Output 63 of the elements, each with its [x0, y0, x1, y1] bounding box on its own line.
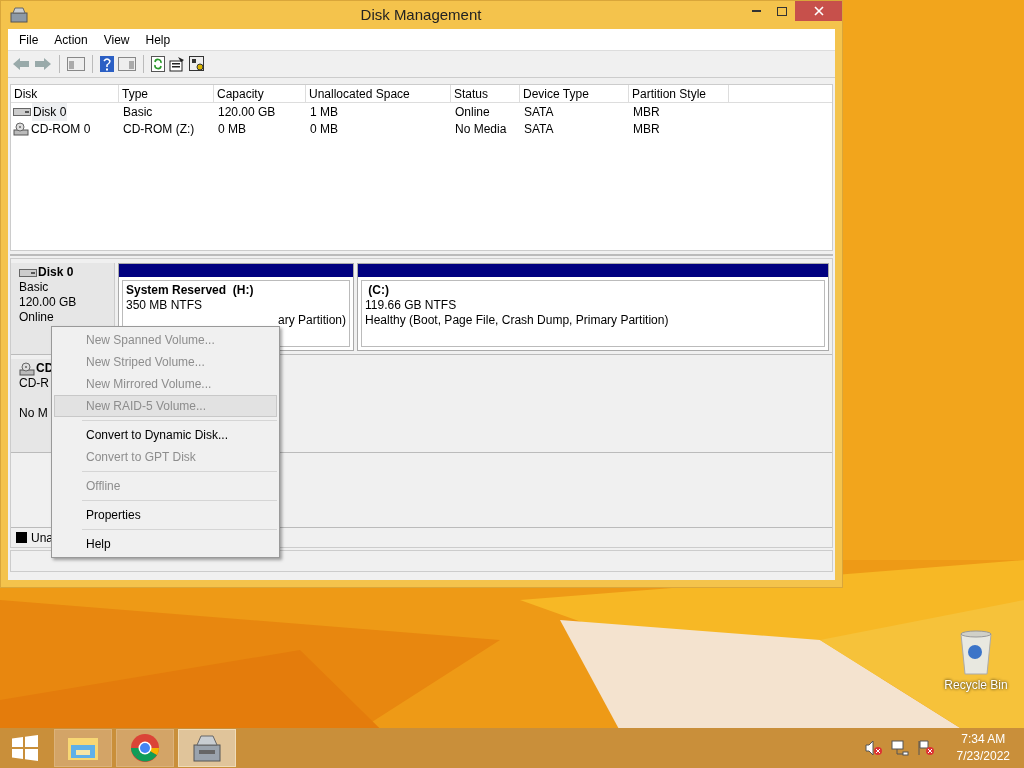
table-cell-text: MBR — [632, 103, 661, 121]
muted-speaker-icon[interactable] — [864, 740, 883, 756]
taskbar-app-button[interactable] — [116, 729, 174, 767]
partition-status: Healthy (Boot, Page File, Crash Dump, Primary Partition) — [365, 313, 670, 328]
disk-name: Disk 0 — [38, 265, 74, 280]
hard-drive-icon — [13, 106, 31, 117]
flag-icon[interactable] — [916, 740, 935, 756]
partition-block[interactable]: (C:) 119.66 GB NTFS Healthy (Boot, Page File, Crash Dump, Primary Partition) — [357, 263, 829, 351]
table-cell-text: SATA — [523, 120, 555, 138]
menu-item[interactable]: Convert to Dynamic Disk... — [54, 424, 277, 446]
settings-icon[interactable] — [189, 56, 205, 72]
partition-size: 350 MB NTFS — [126, 298, 204, 313]
properties-icon[interactable] — [169, 56, 185, 72]
partition-size: 119.66 GB NTFS — [365, 298, 458, 313]
menu-item[interactable]: File — [11, 30, 47, 49]
browser-icon — [130, 733, 160, 763]
table-cell-text: SATA — [523, 103, 555, 121]
column-header[interactable]: Status — [451, 85, 520, 102]
hard-drive-icon — [19, 267, 37, 278]
disk-info: 120.00 GB — [19, 295, 77, 310]
menu-item[interactable]: Properties — [54, 504, 277, 526]
close-icon — [813, 6, 824, 16]
table-cell-text: MBR — [632, 120, 661, 138]
menu-item[interactable]: View — [95, 30, 138, 49]
table-cell-text: 120.00 GB — [217, 103, 277, 121]
help-icon[interactable] — [100, 56, 114, 72]
column-header[interactable]: Capacity — [214, 85, 306, 102]
trash-can-icon[interactable] — [958, 630, 994, 676]
partition-status: ary Partition) — [277, 313, 346, 328]
table-cell-text: No Media — [454, 120, 508, 138]
windows-logo-icon — [12, 735, 38, 761]
table-cell-text: 1 MB — [309, 103, 339, 121]
table-cell-text: 0 MB — [217, 120, 247, 138]
network-icon[interactable] — [890, 740, 909, 756]
column-header[interactable]: Partition Style — [629, 85, 729, 102]
disk-info: Online — [19, 310, 54, 325]
table-cell[interactable]: CD-ROM 0 — [30, 119, 92, 138]
window-title: Disk Management — [359, 4, 483, 25]
disk-info: CD-R — [19, 376, 49, 391]
taskbar-app-button[interactable] — [178, 729, 236, 767]
column-header[interactable]: Disk — [11, 85, 119, 102]
menu-item[interactable]: Help — [137, 30, 179, 49]
disk-info: Basic — [19, 280, 49, 295]
disk-info: No M — [19, 406, 48, 421]
refresh-icon[interactable] — [151, 56, 165, 72]
minimize-icon — [751, 10, 761, 12]
table-cell-text: 0 MB — [309, 120, 339, 138]
table-cell-text: Basic — [122, 103, 154, 121]
maximize-icon — [777, 6, 787, 16]
partition-name: System Reserved (H:) — [126, 283, 255, 298]
console-tree-icon[interactable] — [67, 57, 85, 71]
column-header[interactable]: Device Type — [520, 85, 629, 102]
disk-app-icon — [10, 7, 28, 23]
table-cell-text: Online — [454, 103, 491, 121]
action-pane-icon[interactable] — [118, 57, 136, 71]
partition-name: (C:) — [367, 283, 390, 298]
table-cell-text: CD-ROM (Z:) — [122, 120, 196, 138]
column-header[interactable]: Type — [119, 85, 214, 102]
menu-item[interactable]: Help — [54, 533, 277, 555]
menu-item[interactable]: Action — [46, 30, 96, 49]
column-header[interactable]: Unallocated Space — [306, 85, 451, 102]
cd-drive-icon — [13, 121, 29, 136]
disk-drive-icon — [191, 733, 223, 763]
